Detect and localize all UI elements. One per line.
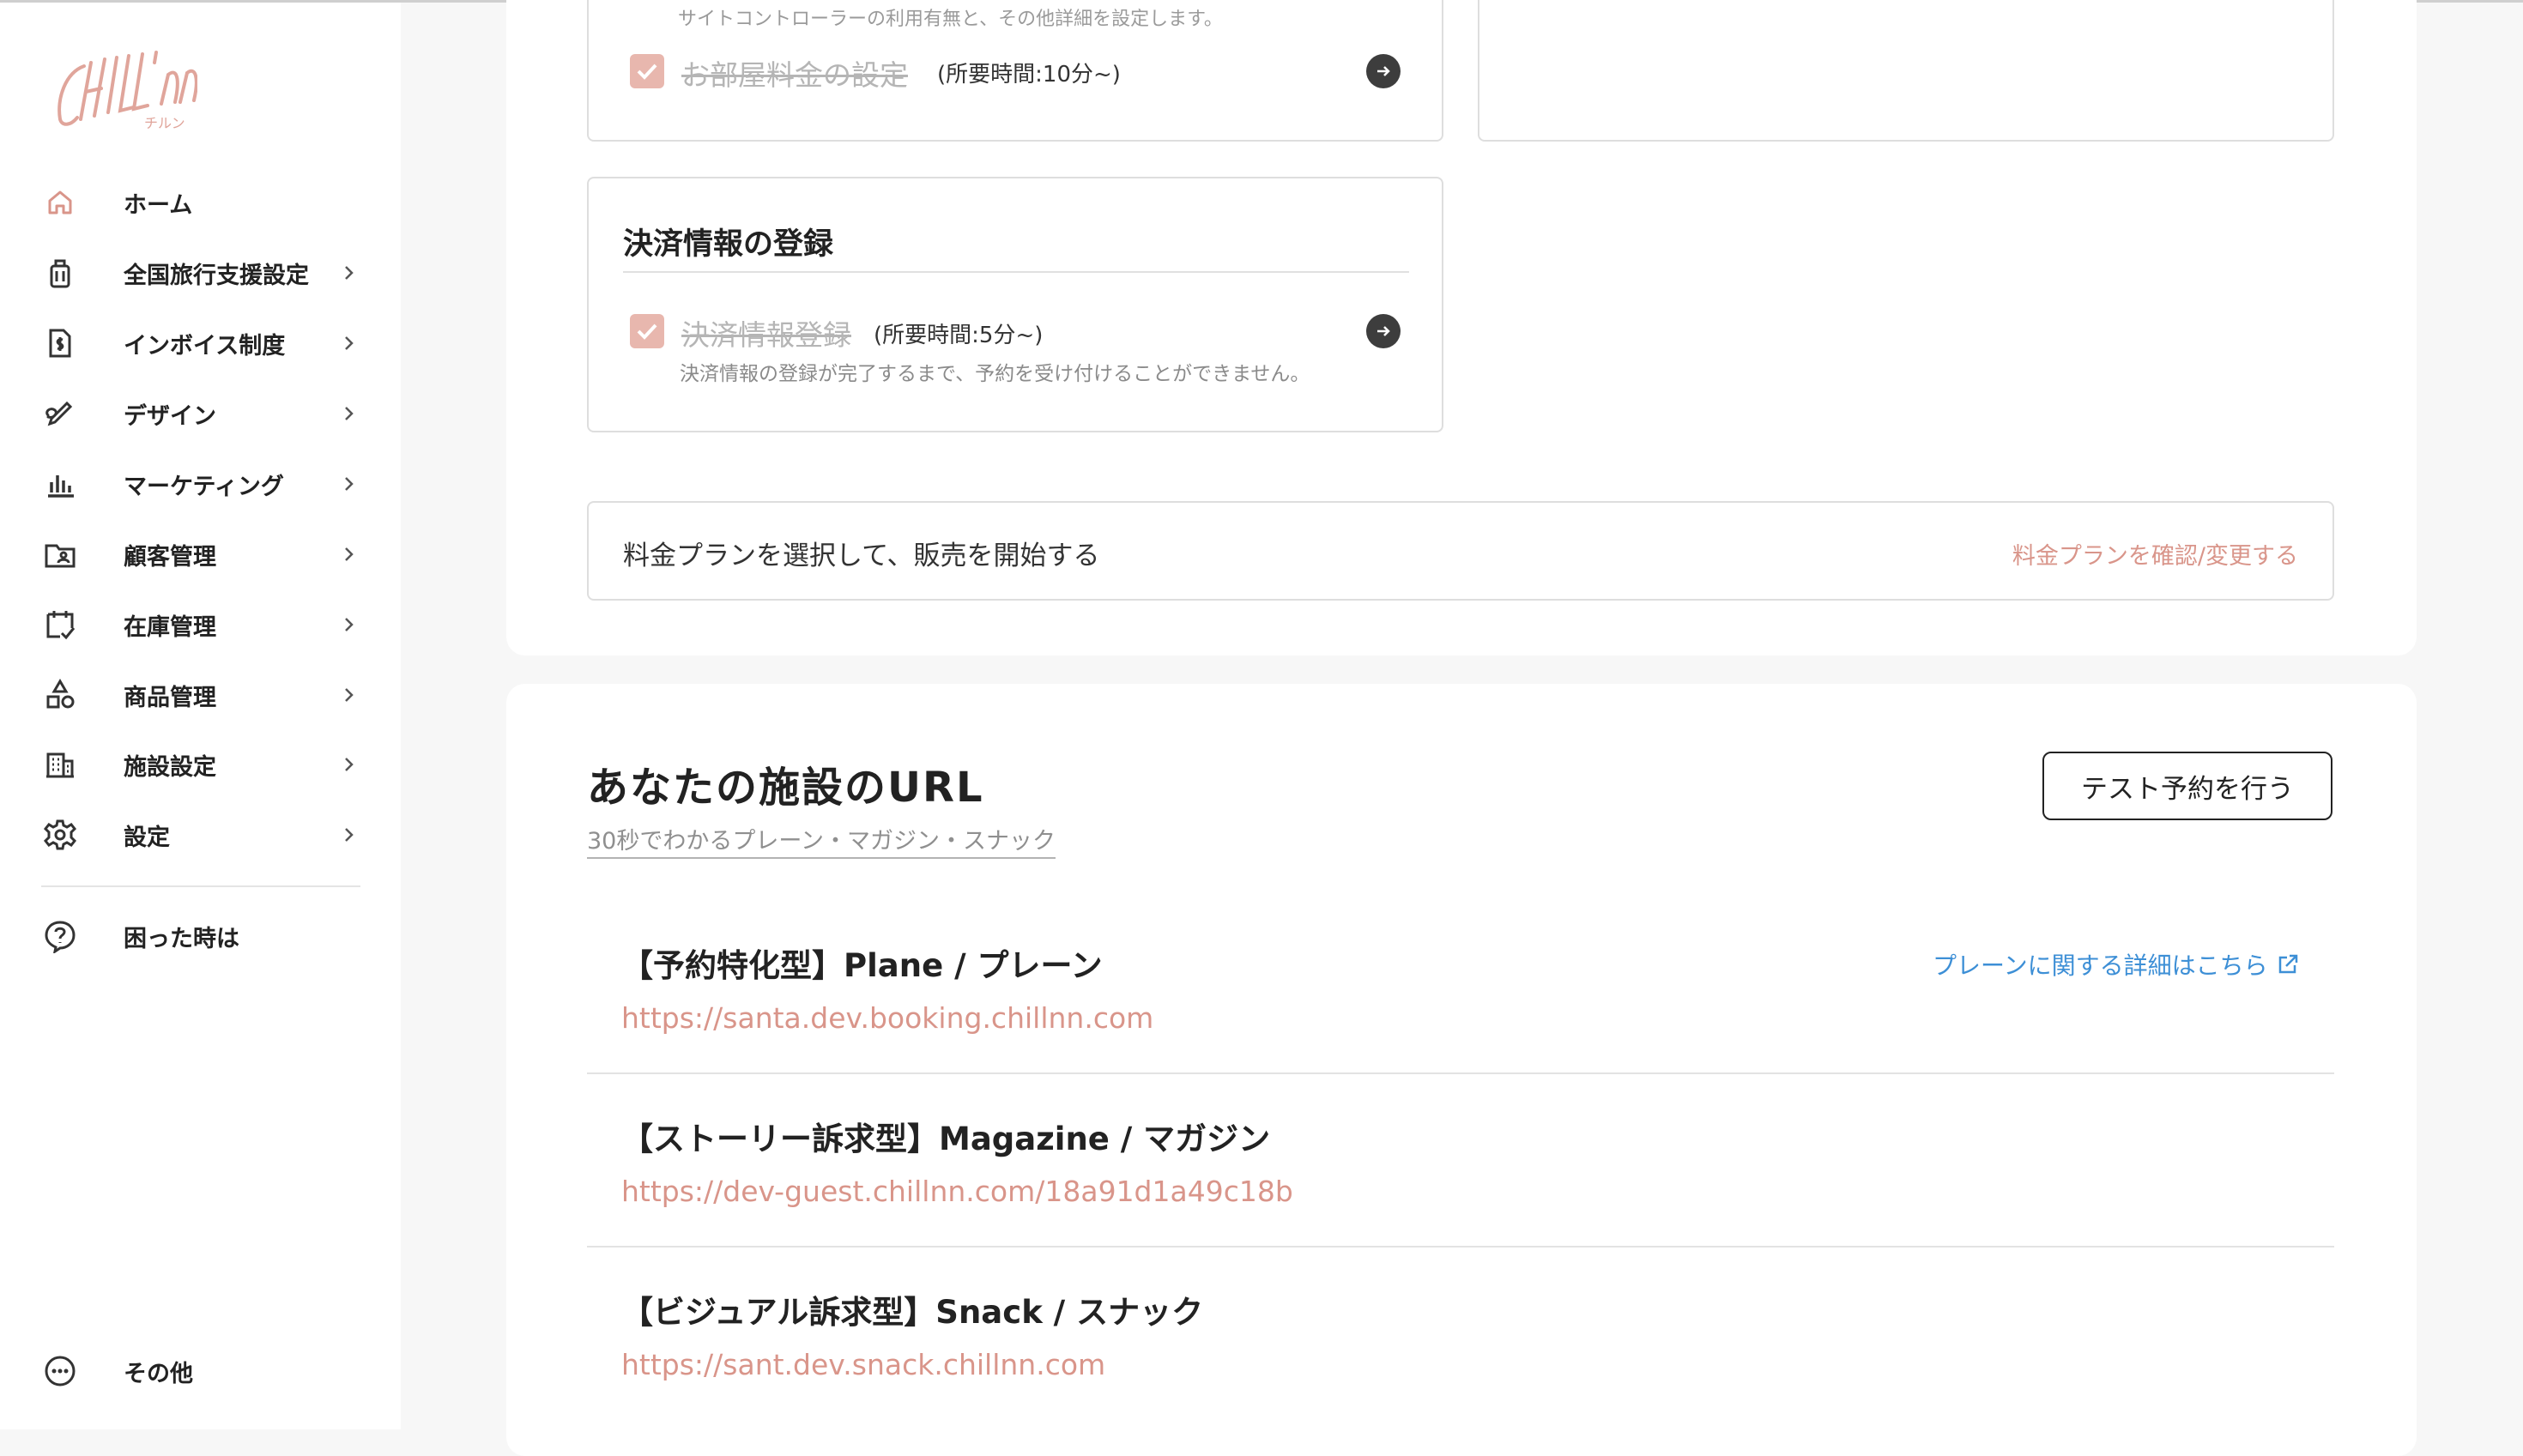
facility-url-title: あなたの施設のURL — [587, 764, 984, 812]
chevron-right-icon — [345, 688, 354, 702]
sidebar-item-label: 在庫管理 — [124, 613, 216, 641]
sidebar-item-facility[interactable]: 施設設定 — [41, 739, 359, 790]
more-icon — [41, 1352, 79, 1390]
sidebar-item-home[interactable]: ホーム — [41, 177, 359, 228]
chevron-right-icon — [345, 618, 354, 631]
plan-bar-text: 料金プランを選択して、販売を開始する — [623, 541, 1100, 571]
sidebar-divider — [41, 885, 360, 887]
sidebar-item-marketing[interactable]: マーケティング — [41, 458, 359, 510]
chillnn-logo[interactable]: チルン — [51, 44, 198, 134]
sidebar-item-label: 商品管理 — [124, 684, 216, 711]
sidebar-item-label: マーケティング — [124, 473, 284, 500]
arrow-right-icon[interactable] — [1366, 314, 1401, 348]
sidebar-item-design[interactable]: デザイン — [41, 388, 359, 439]
payment-note: 決済情報の登録が完了するまで、予約を受け付けることができません。 — [680, 363, 1310, 385]
sidebar-item-label: デザイン — [124, 402, 216, 430]
payment-task-label: 決済情報登録 — [681, 318, 851, 352]
payment-card-title: 決済情報の登録 — [623, 227, 834, 262]
luggage-icon — [41, 254, 79, 292]
payment-task-time: (所要時間:5分~) — [874, 323, 1044, 348]
test-booking-button[interactable]: テスト予約を行う — [2042, 752, 2332, 820]
room-rate-description: サイトコントローラーの利用有無と、その他詳細を設定します。 — [678, 9, 1223, 30]
room-rate-task-time: (所要時間:10分~) — [937, 62, 1121, 88]
chevron-right-icon — [345, 758, 354, 771]
site-url-snack[interactable]: https://sant.dev.snack.chillnn.com — [621, 1348, 1105, 1381]
check-plan-link[interactable]: 料金プランを確認/変更する — [2012, 537, 2298, 571]
sidebar-item-label: 設定 — [124, 824, 170, 851]
site-url-magazine[interactable]: https://dev-guest.chillnn.com/18a91d1a49… — [621, 1175, 1293, 1208]
sidebar-item-help[interactable]: 困った時は — [41, 910, 359, 962]
room-rate-checkbox[interactable] — [630, 54, 664, 88]
row-divider — [587, 1246, 2334, 1248]
other-label: その他 — [124, 1360, 193, 1387]
external-link-icon — [2278, 954, 2297, 974]
site-url-plane[interactable]: https://santa.dev.booking.chillnn.com — [621, 1001, 1153, 1035]
sidebar-item-label: 顧客管理 — [124, 543, 216, 571]
sidebar-item-label: インボイス制度 — [124, 332, 286, 359]
svg-text:チルン: チルン — [144, 115, 185, 131]
sidebar: チルン ホーム 全国旅行支援設定 インボイス制度 デザイン マーケティング 顧客… — [0, 3, 401, 1429]
sidebar-item-travel-support[interactable]: 全国旅行支援設定 — [41, 247, 359, 299]
intro-video-link[interactable]: 30秒でわかるプレーン・マガジン・スナック — [587, 822, 1056, 859]
chevron-right-icon — [345, 828, 354, 842]
row-divider — [587, 1072, 2334, 1074]
help-label: 困った時は — [124, 925, 239, 952]
sidebar-item-invoice[interactable]: インボイス制度 — [41, 317, 359, 369]
customer-folder-icon — [41, 535, 79, 573]
chevron-right-icon — [345, 266, 354, 280]
gear-icon — [41, 816, 79, 854]
chevron-right-icon — [345, 477, 354, 491]
sidebar-item-settings[interactable]: 設定 — [41, 809, 359, 861]
sidebar-item-label: 施設設定 — [124, 753, 216, 781]
sidebar-item-other[interactable]: その他 — [41, 1345, 359, 1397]
shapes-icon — [41, 676, 79, 714]
payment-card-divider — [623, 271, 1409, 273]
payment-card: 決済情報の登録 決済情報登録 (所要時間:5分~) 決済情報の登録が完了するまで… — [587, 177, 1443, 432]
plane-detail-link[interactable]: プレーンに関する詳細はこちら — [1933, 947, 2301, 982]
sidebar-item-customers[interactable]: 顧客管理 — [41, 529, 359, 580]
bar-chart-icon — [41, 465, 79, 503]
plan-bar: 料金プランを選択して、販売を開始する 料金プランを確認/変更する — [587, 501, 2334, 601]
sidebar-item-products[interactable]: 商品管理 — [41, 669, 359, 721]
plane-detail-label: プレーンに関する詳細はこちら — [1933, 952, 2268, 980]
sidebar-item-label: ホーム — [124, 191, 193, 219]
site-name-magazine: 【ストーリー訴求型】Magazine / マガジン — [621, 1121, 1271, 1157]
chevron-right-icon — [345, 547, 354, 561]
arrow-right-icon[interactable] — [1366, 54, 1401, 88]
room-rate-card: サイトコントローラーの利用有無と、その他詳細を設定します。 お部屋料金の設定 (… — [587, 0, 1443, 142]
chevron-right-icon — [345, 336, 354, 350]
calendar-check-icon — [41, 606, 79, 643]
invoice-icon — [41, 324, 79, 362]
sidebar-item-label: 全国旅行支援設定 — [124, 262, 309, 289]
help-icon — [41, 917, 79, 955]
site-name-snack: 【ビジュアル訴求型】Snack / スナック — [621, 1294, 1204, 1331]
room-rate-task-label: お部屋料金の設定 — [681, 58, 908, 92]
site-name-plane: 【予約特化型】Plane / プレーン — [621, 947, 1103, 984]
sidebar-item-inventory[interactable]: 在庫管理 — [41, 599, 359, 650]
payment-checkbox[interactable] — [630, 314, 664, 348]
building-icon — [41, 746, 79, 783]
empty-card — [1478, 0, 2334, 142]
home-icon — [41, 184, 79, 221]
pen-icon — [41, 395, 79, 432]
chevron-right-icon — [345, 407, 354, 420]
